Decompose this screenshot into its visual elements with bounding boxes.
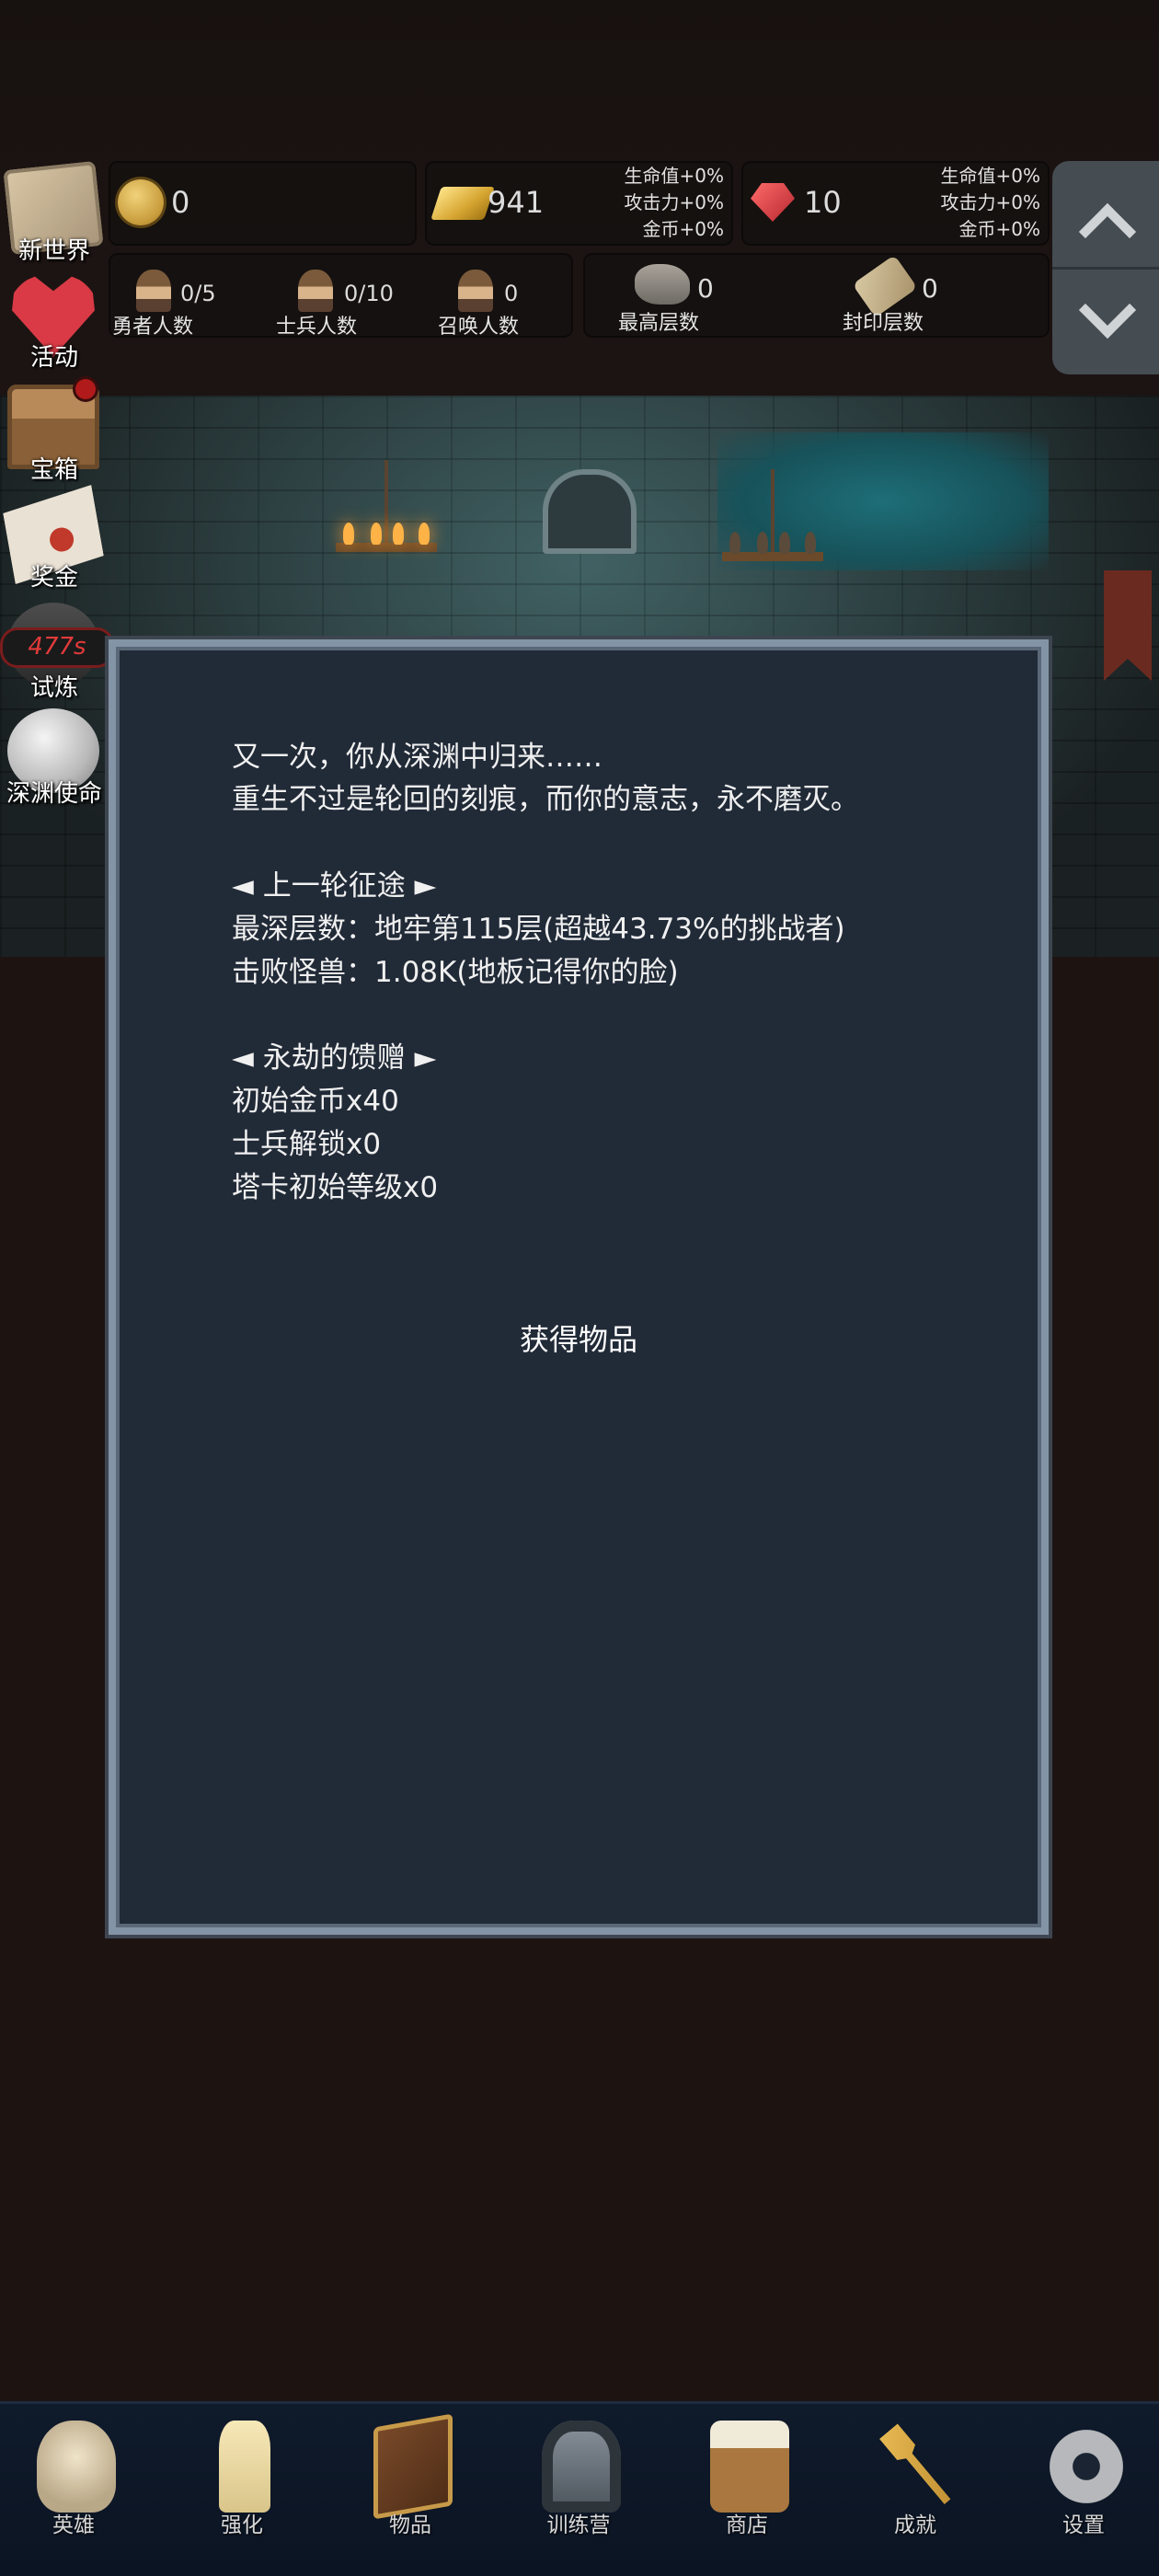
tab-training-camp[interactable]: 训练营	[496, 2411, 661, 2576]
floor-nav-arrows	[1052, 161, 1159, 374]
tab-label: 物品	[389, 2513, 431, 2537]
side-button-label: 奖金	[29, 564, 78, 592]
unlit-chandelier	[722, 469, 823, 589]
side-button-event[interactable]: 活动	[0, 272, 109, 374]
dialog-intro-line-1: 又一次，你从深渊中归来……	[232, 741, 602, 774]
tab-label: 强化	[221, 2513, 263, 2537]
side-button-label: 活动	[29, 344, 78, 372]
rebirth-summary-dialog: 又一次，你从深渊中归来…… 重生不过是轮回的刻痕，而你的意志，永不磨灭。 ◄ 上…	[109, 639, 1049, 1935]
gem-panel: 10 生命值+0% 攻击力+0% 金币+0%	[741, 161, 1050, 246]
bottom-nav: 英雄 强化 物品 训练营 商店 成就 设置	[0, 2401, 1159, 2576]
tab-heroes[interactable]: 英雄	[0, 2411, 156, 2576]
hero-icon	[136, 270, 171, 312]
max-floor-label: 最高层数	[618, 312, 700, 335]
skull-icon	[37, 2421, 116, 2513]
dialog-intro-line-2: 重生不过是轮回的刻痕，而你的意志，永不磨灭。	[232, 783, 859, 816]
gold-bonus-list: 生命值+0% 攻击力+0% 金币+0%	[625, 163, 725, 243]
soldier-count: 0/10	[344, 281, 394, 306]
bonus-coin: 金币+0%	[642, 218, 725, 240]
gold-bar-icon	[430, 187, 495, 220]
stone-tablet-icon	[635, 264, 690, 305]
notification-dot	[75, 379, 96, 399]
mug-icon	[710, 2421, 789, 2513]
bonus-coin: 金币+0%	[958, 218, 1041, 240]
trial-timer: 477s	[0, 627, 114, 668]
bonus-hp: 生命值+0%	[624, 165, 725, 187]
bonus-attack: 攻击力+0%	[940, 191, 1041, 213]
seal-floor-label: 封印层数	[843, 312, 924, 335]
tab-label: 成就	[894, 2513, 936, 2537]
side-button-label: 新世界	[17, 237, 90, 265]
side-button-abyss-mission[interactable]: 深渊使命	[0, 708, 109, 810]
summon-count-label: 召唤人数	[438, 316, 520, 339]
side-button-bonus[interactable]: 奖金	[0, 492, 109, 593]
hero-count: 0/5	[180, 281, 216, 306]
chevron-up-icon[interactable]	[1078, 202, 1137, 261]
bonus-attack: 攻击力+0%	[624, 191, 725, 213]
soldier-count-label: 士兵人数	[276, 316, 358, 339]
tab-label: 商店	[726, 2513, 768, 2537]
gem-value: 10	[804, 185, 842, 220]
last-run-heading: ◄ 上一轮征途 ►	[232, 869, 437, 903]
soldier-icon	[298, 270, 333, 312]
floor-stats-panel: 0 最高层数 0 封印层数	[583, 253, 1050, 338]
seal-floor-value: 0	[922, 273, 938, 304]
deepest-floor-line: 最深层数：地牢第115层(超越43.73%的挑战者)	[232, 913, 845, 946]
lantern-icon	[542, 2421, 621, 2513]
eternal-gift-heading: ◄ 永劫的馈赠 ►	[232, 1041, 437, 1075]
tab-label: 英雄	[52, 2513, 95, 2537]
coin-panel: 0	[109, 161, 417, 246]
chevron-down-icon[interactable]	[1078, 281, 1137, 339]
coin-value: 0	[171, 185, 190, 220]
side-button-label: 试炼	[29, 674, 78, 702]
lit-chandelier	[336, 460, 437, 580]
gift-tarka-level: 塔卡初始等级x0	[232, 1171, 439, 1204]
tab-settings[interactable]: 设置	[1001, 2411, 1159, 2576]
tab-shop[interactable]: 商店	[664, 2411, 830, 2576]
tab-achievements[interactable]: 成就	[832, 2411, 998, 2576]
summon-count: 0	[504, 281, 519, 306]
claim-items-button[interactable]: 获得物品	[116, 1317, 1041, 1359]
gift-soldier-unlock: 士兵解锁x0	[232, 1128, 382, 1161]
monsters-defeated-line: 击败怪兽：1.08K(地板记得你的脸)	[232, 956, 679, 989]
tab-upgrade[interactable]: 强化	[159, 2411, 325, 2576]
game-screen: 新世界 活动 宝箱 奖金 试炼 477s 深渊使命 0 941 生命值+0% 攻…	[0, 0, 1159, 2576]
max-floor-value: 0	[697, 273, 714, 304]
unit-stats-panel: 0/5 勇者人数 0/10 士兵人数 0 召唤人数	[109, 253, 573, 339]
book-icon	[373, 2413, 453, 2520]
side-button-label: 宝箱	[29, 456, 78, 484]
candle-icon	[219, 2421, 270, 2513]
barred-window	[543, 469, 637, 554]
gift-starting-coins: 初始金币x40	[232, 1085, 399, 1118]
hero-count-label: 勇者人数	[112, 316, 194, 339]
coin-icon	[118, 179, 164, 225]
side-button-chest[interactable]: 宝箱	[0, 385, 109, 486]
gem-bonus-list: 生命值+0% 攻击力+0% 金币+0%	[941, 163, 1041, 243]
red-gem-icon	[751, 183, 795, 222]
tab-label: 训练营	[546, 2513, 611, 2537]
tab-label: 设置	[1062, 2513, 1105, 2537]
tab-items[interactable]: 物品	[327, 2411, 493, 2576]
bonus-hp: 生命值+0%	[940, 165, 1041, 187]
side-button-new-world[interactable]: 新世界	[0, 161, 109, 267]
summon-icon	[458, 270, 493, 312]
side-button-label: 深渊使命	[6, 780, 102, 808]
gear-icon	[1047, 2421, 1126, 2513]
gold-panel: 941 生命值+0% 攻击力+0% 金币+0%	[425, 161, 733, 246]
gold-value: 941	[488, 185, 545, 220]
